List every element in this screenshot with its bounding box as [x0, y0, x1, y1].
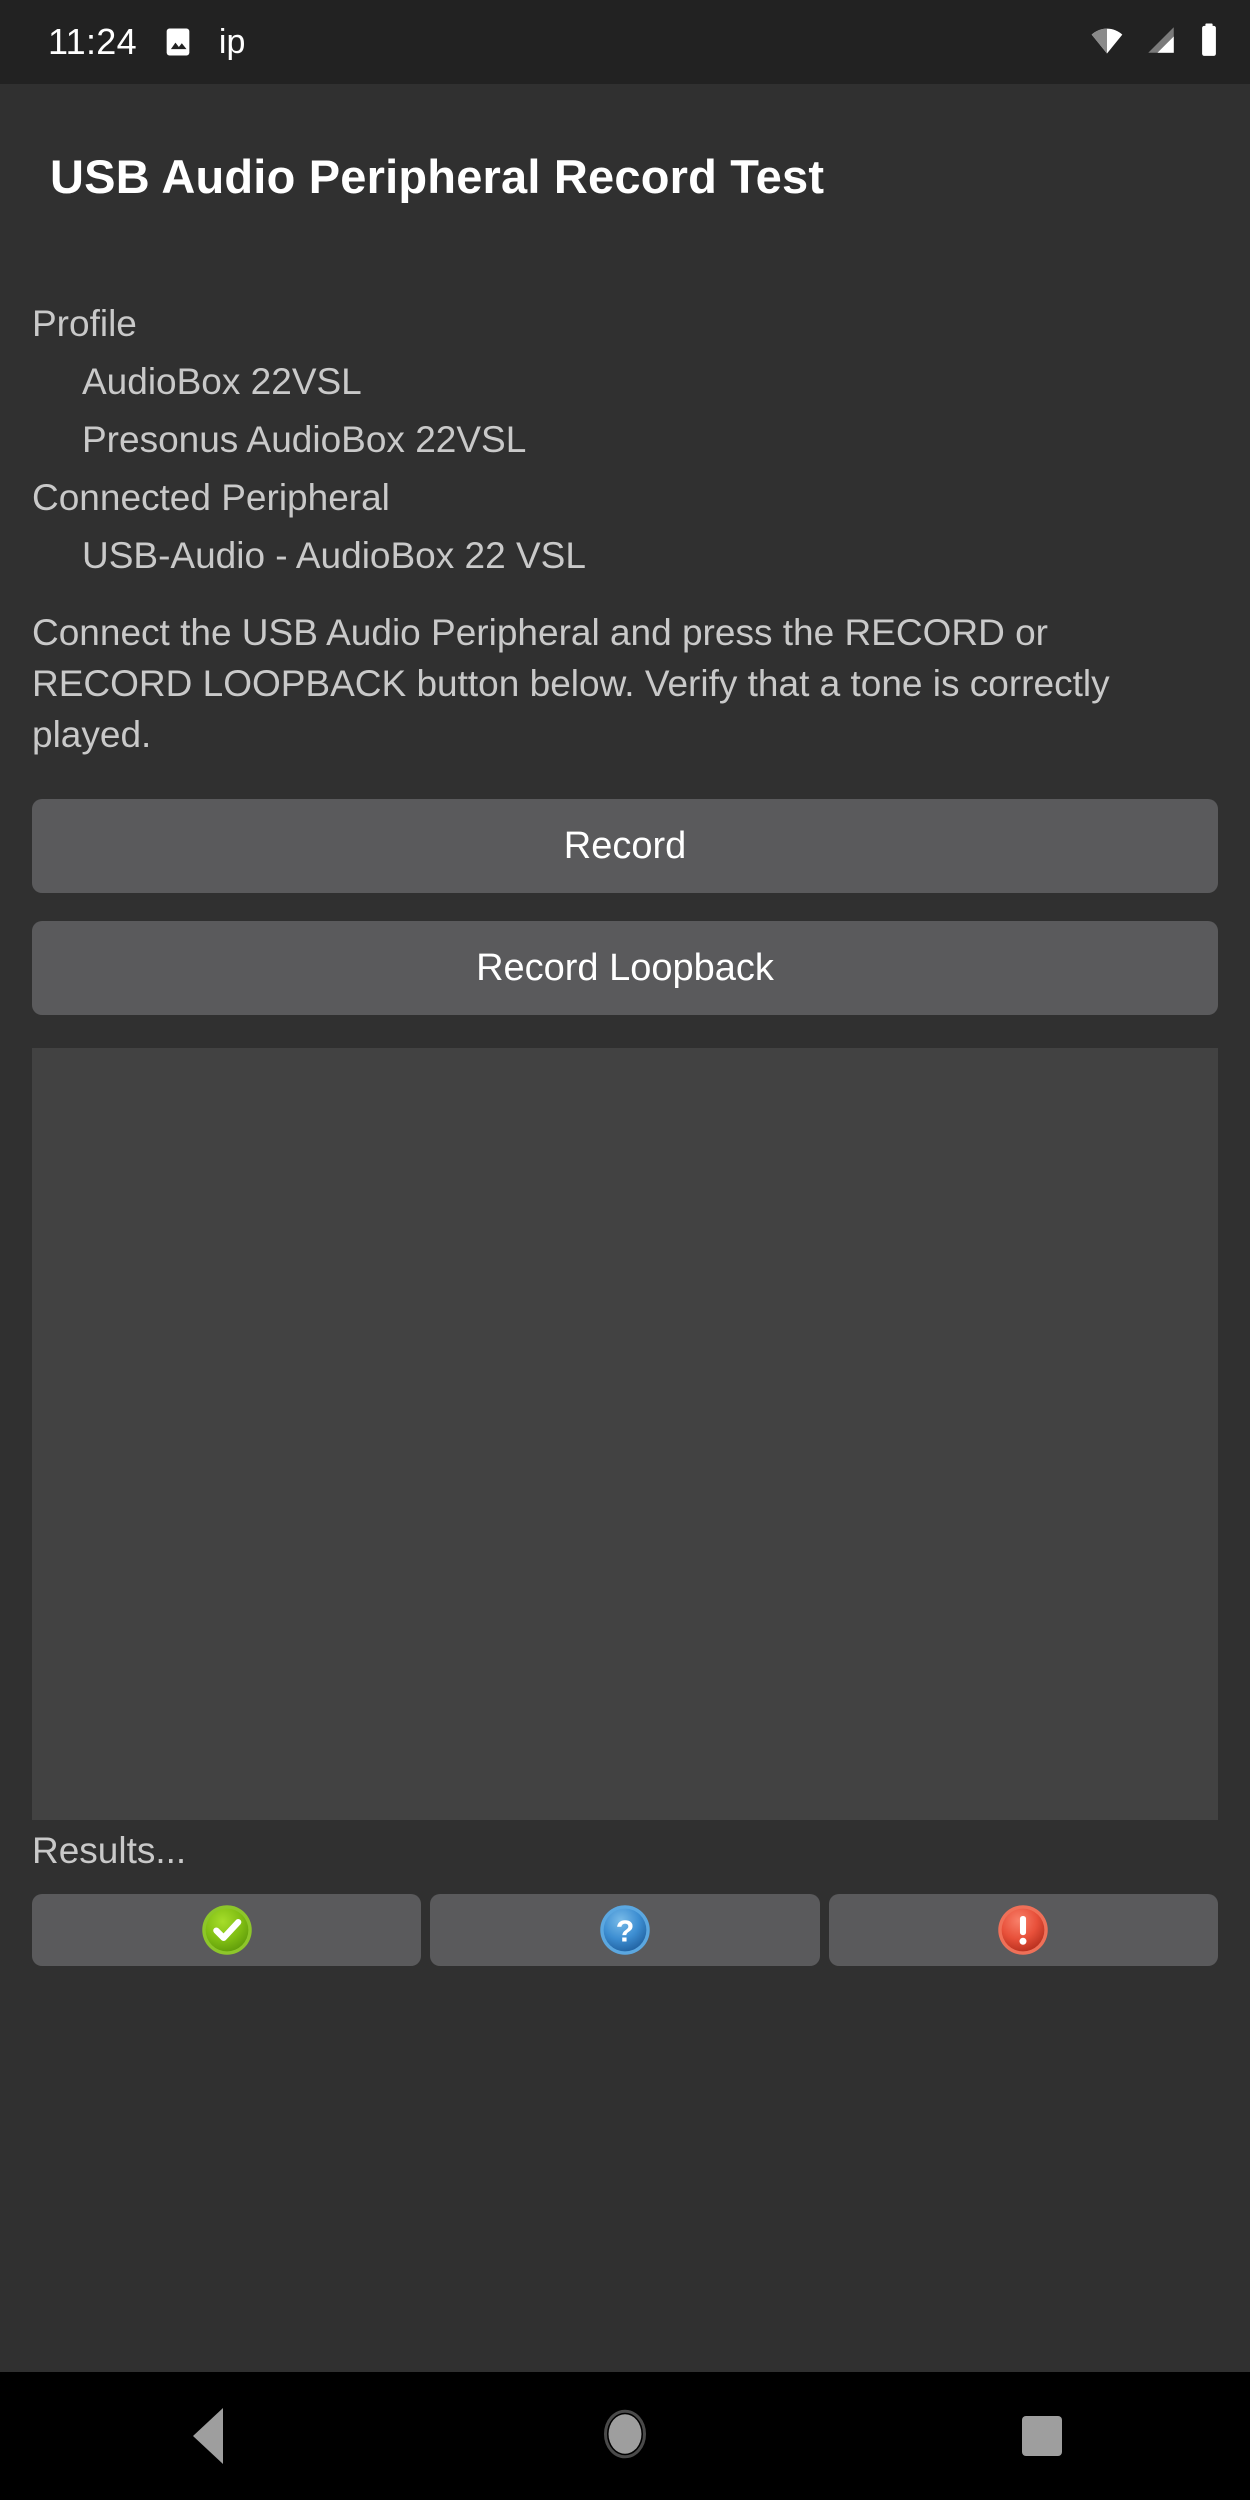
check-circle-icon [200, 1903, 254, 1957]
page-title: USB Audio Peripheral Record Test [50, 150, 825, 203]
home-circle-icon [599, 2408, 651, 2465]
results-label: Results... [32, 1830, 187, 1871]
status-bar: 11:24 ip [0, 0, 1250, 84]
app-screen: 11:24 ip USB Audio Peripheral Record Tes… [0, 0, 1250, 2500]
home-button[interactable] [417, 2372, 834, 2500]
connected-peripheral-label: Connected Peripheral [32, 477, 390, 518]
status-notification-text: ip [218, 23, 246, 61]
info-button[interactable]: ? [430, 1894, 820, 1966]
status-clock: 11:24 [48, 21, 137, 62]
exclamation-circle-icon [996, 1903, 1050, 1957]
record-button[interactable]: Record [32, 799, 1218, 893]
pass-button[interactable] [32, 1894, 422, 1966]
record-button-group: Record Record Loopback [32, 799, 1218, 1015]
question-circle-icon: ? [598, 1903, 652, 1957]
app-bar: USB Audio Peripheral Record Test [0, 84, 1250, 269]
profile-product: Presonus AudioBox 22VSL [82, 419, 527, 460]
profile-name: AudioBox 22VSL [82, 361, 362, 402]
connected-peripheral-device: USB-Audio - AudioBox 22 VSL [82, 535, 586, 576]
result-buttons-row: ? [32, 1894, 1218, 1966]
fail-button[interactable] [828, 1894, 1218, 1966]
status-bar-left: 11:24 ip [48, 24, 245, 60]
svg-text:?: ? [616, 1915, 635, 1948]
back-triangle-icon [193, 2408, 224, 2464]
recents-square-icon [1021, 2416, 1062, 2456]
recents-button[interactable] [833, 2372, 1250, 2500]
navigation-bar [0, 2372, 1250, 2500]
waveform-canvas[interactable] [32, 1048, 1218, 1820]
image-icon [161, 25, 195, 59]
back-button[interactable] [0, 2372, 417, 2500]
instructions-text: Connect the USB Audio Peripheral and pre… [32, 612, 1110, 755]
profile-label: Profile [32, 303, 137, 344]
status-bar-right [1088, 22, 1222, 63]
cellular-signal-icon [1142, 23, 1180, 62]
main-content: Profile AudioBox 22VSL Presonus AudioBox… [0, 269, 1250, 1966]
record-loopback-button[interactable]: Record Loopback [32, 921, 1218, 1015]
battery-full-icon [1196, 22, 1222, 63]
wifi-icon [1088, 23, 1126, 62]
